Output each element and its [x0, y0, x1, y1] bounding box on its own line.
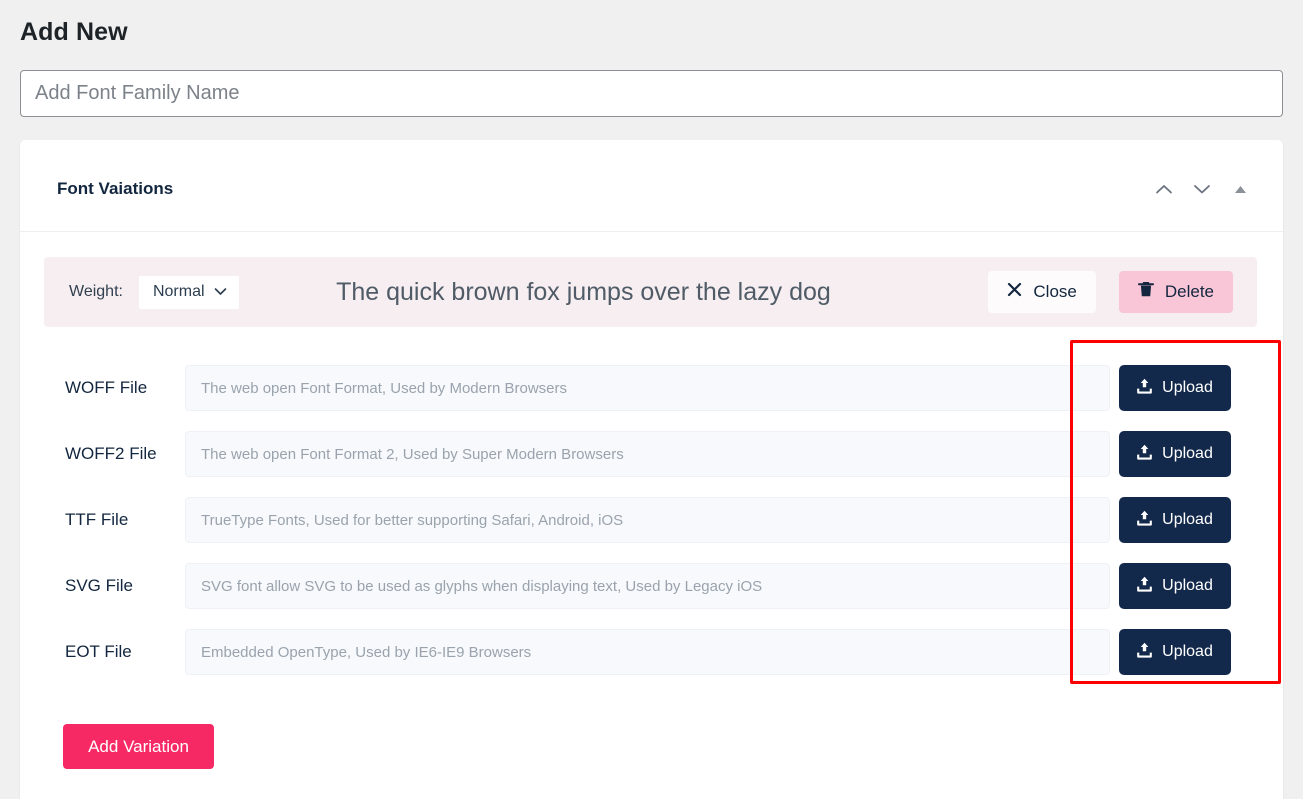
upload-button[interactable]: Upload: [1119, 497, 1231, 543]
card-title: Font Vaiations: [57, 179, 173, 199]
weight-label: Weight:: [69, 283, 123, 301]
chevron-up-icon[interactable]: [1152, 178, 1176, 200]
font-preview-text: The quick brown fox jumps over the lazy …: [209, 278, 989, 307]
upload-icon: [1137, 576, 1152, 597]
upload-icon: [1137, 378, 1152, 399]
triangle-up-icon[interactable]: [1228, 178, 1252, 200]
file-row: TTF File Upload: [20, 487, 1283, 553]
upload-button[interactable]: Upload: [1119, 629, 1231, 675]
add-variation-button[interactable]: Add Variation: [63, 724, 214, 769]
file-row-label: EOT File: [65, 642, 185, 662]
chevron-down-icon[interactable]: [1190, 178, 1214, 200]
weight-select-value: Normal: [153, 283, 205, 301]
woff2-file-input[interactable]: [185, 431, 1110, 477]
woff-file-input[interactable]: [185, 365, 1110, 411]
page-root: Add New Font Vaiations Weight: Normal: [0, 0, 1303, 799]
file-rows-list: WOFF File Upload WOFF2 File: [20, 355, 1283, 685]
file-row-label: TTF File: [65, 510, 185, 530]
upload-icon: [1137, 642, 1152, 663]
font-family-name-input[interactable]: [20, 70, 1283, 117]
upload-button[interactable]: Upload: [1119, 365, 1231, 411]
close-icon: [1007, 282, 1022, 302]
upload-button-label: Upload: [1162, 577, 1213, 595]
font-variations-card: Font Vaiations Weight: Normal: [20, 140, 1283, 799]
delete-button-label: Delete: [1165, 282, 1214, 302]
upload-button-label: Upload: [1162, 445, 1213, 463]
upload-button[interactable]: Upload: [1119, 431, 1231, 477]
ttf-file-input[interactable]: [185, 497, 1110, 543]
card-header-controls: [1152, 178, 1252, 200]
upload-icon: [1137, 444, 1152, 465]
close-button-label: Close: [1033, 282, 1076, 302]
eot-file-input[interactable]: [185, 629, 1110, 675]
file-row-label: WOFF File: [65, 378, 185, 398]
upload-button-label: Upload: [1162, 643, 1213, 661]
card-header: Font Vaiations: [20, 140, 1283, 232]
file-row-label: SVG File: [65, 576, 185, 596]
file-row: WOFF2 File Upload: [20, 421, 1283, 487]
variation-header-bar: Weight: Normal The quick brown fox jumps…: [44, 257, 1257, 327]
upload-icon: [1137, 510, 1152, 531]
file-row-label: WOFF2 File: [65, 444, 185, 464]
file-row: SVG File Upload: [20, 553, 1283, 619]
page-title: Add New: [20, 18, 128, 47]
upload-button-label: Upload: [1162, 379, 1213, 397]
upload-button[interactable]: Upload: [1119, 563, 1231, 609]
svg-file-input[interactable]: [185, 563, 1110, 609]
upload-button-label: Upload: [1162, 511, 1213, 529]
delete-variation-button[interactable]: Delete: [1119, 271, 1233, 313]
file-row: EOT File Upload: [20, 619, 1283, 685]
close-variation-button[interactable]: Close: [988, 271, 1095, 313]
trash-icon: [1138, 281, 1154, 303]
file-row: WOFF File Upload: [20, 355, 1283, 421]
